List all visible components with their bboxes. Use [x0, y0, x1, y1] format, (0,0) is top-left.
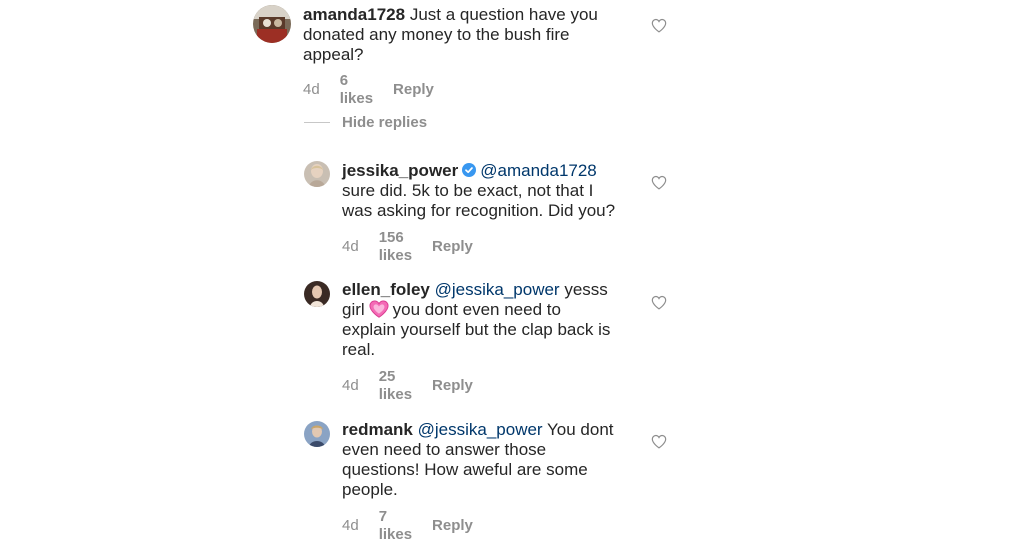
comment-meta: 4d 6 likes Reply [303, 72, 434, 108]
username[interactable]: ellen_foley [342, 280, 430, 299]
reply-button[interactable]: Reply [432, 377, 473, 395]
comment-text-line: sure did. 5k to be exact, not that I [342, 181, 594, 200]
likes-count[interactable]: 25 likes [379, 368, 412, 404]
mention-link[interactable]: @amanda1728 [480, 161, 597, 180]
timestamp[interactable]: 4d [342, 377, 359, 395]
comment-text-line: Just a question have you [409, 5, 598, 24]
comment-meta: 4d 156 likes Reply [342, 229, 473, 265]
avatar[interactable] [304, 281, 330, 307]
avatar[interactable] [304, 161, 330, 187]
comment-text-line: you dont even need to [392, 300, 561, 320]
timestamp[interactable]: 4d [342, 517, 359, 535]
sparkling-heart-emoji-icon [369, 300, 389, 318]
mention-link[interactable]: @jessika_power [435, 280, 560, 299]
comment-meta: 4d 25 likes Reply [342, 368, 473, 404]
verified-badge-icon [462, 162, 477, 177]
comment-text-line: people. [342, 480, 398, 499]
likes-count[interactable]: 7 likes [379, 508, 412, 544]
likes-count[interactable]: 6 likes [340, 72, 373, 108]
comment-text-line: was asking for recognition. Did you? [342, 201, 616, 220]
comment-text: amanda1728 Just a question have you dona… [303, 5, 633, 65]
reply-button[interactable]: Reply [432, 238, 473, 256]
comment-meta: 4d 7 likes Reply [342, 508, 473, 544]
comment-text: redmank @jessika_power You dont even nee… [342, 420, 642, 500]
comment-text-line: real. [342, 340, 376, 360]
comment-text-line: explain yourself but the clap back is [342, 320, 611, 340]
comment-text-line: even need to answer those [342, 440, 547, 459]
comment-text-line: appeal? [303, 45, 364, 64]
hide-replies-label: Hide replies [342, 114, 428, 131]
comment-text-line: questions! How aweful are some [342, 460, 588, 479]
heart-outline-icon[interactable] [651, 175, 667, 190]
avatar[interactable] [253, 5, 291, 43]
username[interactable]: amanda1728 [303, 5, 405, 24]
reply-button[interactable]: Reply [432, 517, 473, 535]
likes-count[interactable]: 156 likes [379, 229, 412, 265]
heart-outline-icon[interactable] [651, 434, 667, 449]
mention-link[interactable]: @jessika_power [418, 420, 543, 439]
comment-thread: amanda1728 Just a question have you dona… [0, 0, 1024, 546]
reply-button[interactable]: Reply [393, 81, 434, 99]
timestamp[interactable]: 4d [342, 238, 359, 256]
username[interactable]: redmank [342, 420, 413, 439]
comment-text-line: yesss [564, 280, 608, 299]
timestamp[interactable]: 4d [303, 81, 320, 99]
comment-text-line: girl [342, 300, 365, 320]
comment-text: ellen_foley @jessika_power yesss girl you… [342, 280, 642, 360]
heart-outline-icon[interactable] [651, 295, 667, 310]
hide-replies-button[interactable]: Hide replies [304, 114, 427, 131]
comment-text-line: You dont [547, 420, 614, 439]
comment-text: jessika_power @amanda1728 sure did. 5k to… [342, 161, 642, 221]
heart-outline-icon[interactable] [651, 18, 667, 33]
comment-text-line: donated any money to the bush fire [303, 25, 570, 44]
divider-line [304, 122, 330, 123]
username[interactable]: jessika_power [342, 161, 458, 180]
avatar[interactable] [304, 421, 330, 447]
